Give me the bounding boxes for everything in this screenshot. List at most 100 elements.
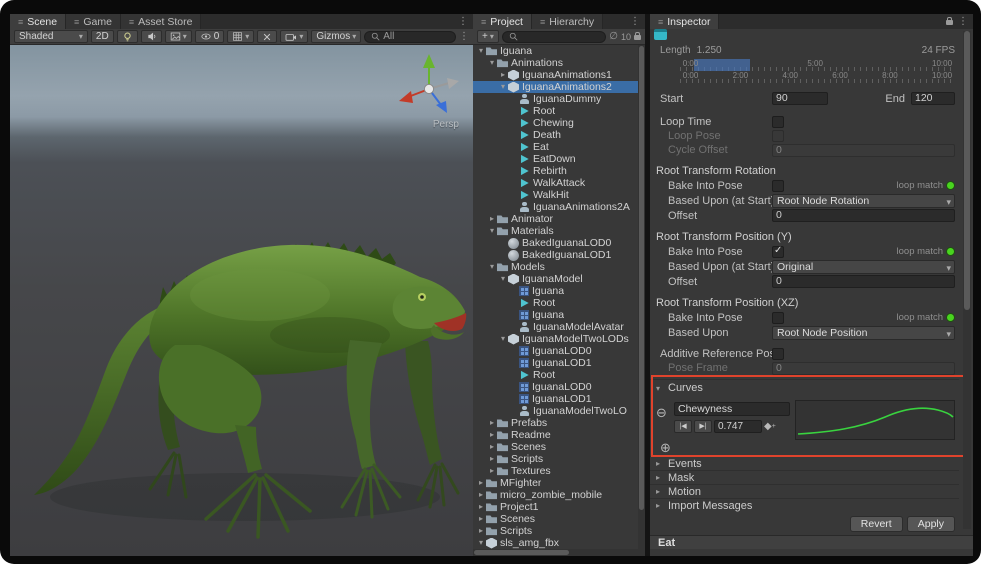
tree-arrow-icon[interactable]: ▸ <box>487 441 497 453</box>
tree-item[interactable]: ▾IguanaAnimations2 <box>473 81 645 93</box>
audio-toggle[interactable] <box>141 30 162 43</box>
foldout-curves[interactable]: ▾ Curves <box>650 380 959 396</box>
tree-arrow-icon[interactable]: ▸ <box>487 429 497 441</box>
bake-into-pose-checkbox[interactable] <box>772 180 784 192</box>
tree-item[interactable]: Rebirth <box>473 165 645 177</box>
neg-x-axis-cone[interactable] <box>447 78 459 89</box>
tree-arrow-icon[interactable]: ▾ <box>498 333 508 345</box>
y-axis-cone[interactable] <box>423 54 435 68</box>
tree-item[interactable]: Root <box>473 105 645 117</box>
tree-arrow-icon[interactable]: ▾ <box>487 261 497 273</box>
add-key-icon[interactable]: ◆+ <box>764 422 776 432</box>
tree-item[interactable]: IguanaModelTwoLO <box>473 405 645 417</box>
tree-item[interactable]: ▸Textures <box>473 465 645 477</box>
tree-item[interactable]: ▸Prefabs <box>473 417 645 429</box>
timeline-ruler-bottom[interactable]: 0:002:004:006:008:0010:00 <box>680 71 951 83</box>
tree-item[interactable]: ▸Scenes <box>473 441 645 453</box>
timeline-ruler-top[interactable]: 0:005:0010:00 <box>680 59 951 71</box>
foldout-events[interactable]: ▸ Events <box>650 456 959 470</box>
inspector-scrollbar[interactable] <box>963 31 971 529</box>
tree-arrow-icon[interactable]: ▾ <box>476 537 486 549</box>
tree-item[interactable]: IguanaLOD0 <box>473 345 645 357</box>
curve-name-field[interactable]: Chewyness <box>674 402 790 416</box>
tree-item[interactable]: ▾Iguana <box>473 45 645 57</box>
tree-item[interactable]: IguanaLOD1 <box>473 357 645 369</box>
tab-inspector[interactable]: ≡ Inspector <box>650 14 719 29</box>
tree-item[interactable]: ▸Readme <box>473 429 645 441</box>
tree-item[interactable]: Iguana <box>473 309 645 321</box>
offset-field[interactable]: 0 <box>772 275 955 288</box>
add-curve-button[interactable]: ⊕ <box>660 440 671 455</box>
hidden-packages-icon[interactable]: ∅ <box>609 31 618 42</box>
horizontal-scrollbar[interactable] <box>473 549 645 556</box>
based-upon-dropdown[interactable]: Root Node Rotation <box>772 194 955 208</box>
tree-item[interactable]: ▸IguanaAnimations1 <box>473 69 645 81</box>
tree-arrow-icon[interactable]: ▸ <box>487 213 497 225</box>
tree-item[interactable]: ▾IguanaModel <box>473 273 645 285</box>
tree-arrow-icon[interactable]: ▾ <box>487 57 497 69</box>
shading-mode-dropdown[interactable]: Shaded ▾ <box>14 30 88 43</box>
menu-icon[interactable]: ⋮ <box>630 16 640 27</box>
curve-time-field[interactable]: 0.747 <box>714 420 762 433</box>
start-field[interactable]: 90 <box>772 92 828 105</box>
tree-item[interactable]: ▸micro_zombie_mobile <box>473 489 645 501</box>
based-upon-dropdown[interactable]: Root Node Position <box>772 326 955 340</box>
z-axis-cone[interactable] <box>436 101 447 113</box>
foldout-import-messages[interactable]: ▸ Import Messages <box>650 498 959 512</box>
tree-arrow-icon[interactable]: ▸ <box>487 465 497 477</box>
bake-into-pose-checkbox[interactable] <box>772 246 784 258</box>
menu-icon[interactable]: ⋮ <box>458 16 468 27</box>
tree-item[interactable]: ▸Scripts <box>473 453 645 465</box>
vertical-scrollbar[interactable] <box>638 45 645 549</box>
foldout-motion[interactable]: ▸ Motion <box>650 484 959 498</box>
curve-preview[interactable] <box>795 400 955 440</box>
tree-item[interactable]: WalkHit <box>473 189 645 201</box>
tree-item[interactable]: IguanaDummy <box>473 93 645 105</box>
lock-icon[interactable] <box>634 35 641 40</box>
tree-item[interactable]: IguanaLOD1 <box>473 393 645 405</box>
projection-mode-label[interactable]: Persp <box>433 119 459 130</box>
tree-arrow-icon[interactable]: ▾ <box>476 45 486 57</box>
tab-game[interactable]: ≡Game <box>66 14 121 29</box>
offset-field[interactable]: 0 <box>772 209 955 222</box>
tree-item[interactable]: Death <box>473 129 645 141</box>
tree-item[interactable]: ▸MFighter <box>473 477 645 489</box>
animation-preview-header[interactable]: Eat <box>650 535 973 549</box>
project-search-input[interactable] <box>502 31 606 43</box>
2d-toggle[interactable]: 2D <box>91 30 114 43</box>
tree-arrow-icon[interactable]: ▾ <box>498 81 508 93</box>
additive-reference-pose-checkbox[interactable] <box>772 348 784 360</box>
tree-item[interactable]: ▸Project1 <box>473 501 645 513</box>
tree-item[interactable]: ▾Materials <box>473 225 645 237</box>
based-upon-dropdown[interactable]: Original <box>772 260 955 274</box>
tree-item[interactable]: EatDown <box>473 153 645 165</box>
tree-item[interactable]: ▸Scenes <box>473 513 645 525</box>
clip-range-bar[interactable] <box>694 59 751 71</box>
tab-asset-store[interactable]: ≡Asset Store <box>121 14 202 29</box>
tree-arrow-icon[interactable]: ▸ <box>498 69 508 81</box>
scene-viewport[interactable]: Persp <box>10 45 473 556</box>
tree-item[interactable]: BakedIguanaLOD1 <box>473 249 645 261</box>
tree-item[interactable]: BakedIguanaLOD0 <box>473 237 645 249</box>
tree-item[interactable]: Iguana <box>473 285 645 297</box>
tree-arrow-icon[interactable]: ▸ <box>476 501 486 513</box>
first-frame-button[interactable]: |◀ <box>674 420 692 433</box>
tab-hierarchy[interactable]: ≡Hierarchy <box>532 14 603 29</box>
tree-item[interactable]: IguanaAnimations2A <box>473 201 645 213</box>
tree-item[interactable]: IguanaLOD0 <box>473 381 645 393</box>
create-asset-button[interactable]: + ▾ <box>477 30 499 43</box>
foldout-mask[interactable]: ▸ Mask <box>650 470 959 484</box>
tree-arrow-icon[interactable]: ▸ <box>476 513 486 525</box>
x-axis-cone[interactable] <box>399 91 413 103</box>
tree-item[interactable]: ▾Animations <box>473 57 645 69</box>
loop-time-checkbox[interactable] <box>772 116 784 128</box>
last-frame-button[interactable]: ▶| <box>694 420 712 433</box>
lock-icon[interactable] <box>946 20 953 25</box>
remove-curve-button[interactable]: ⊖ <box>656 405 667 420</box>
tree-item[interactable]: Root <box>473 369 645 381</box>
tree-arrow-icon[interactable]: ▸ <box>476 489 486 501</box>
tab-project[interactable]: ≡Project <box>473 14 532 29</box>
snap-settings-button[interactable] <box>257 30 277 43</box>
iguana-model[interactable] <box>10 45 473 556</box>
tree-arrow-icon[interactable]: ▾ <box>498 273 508 285</box>
